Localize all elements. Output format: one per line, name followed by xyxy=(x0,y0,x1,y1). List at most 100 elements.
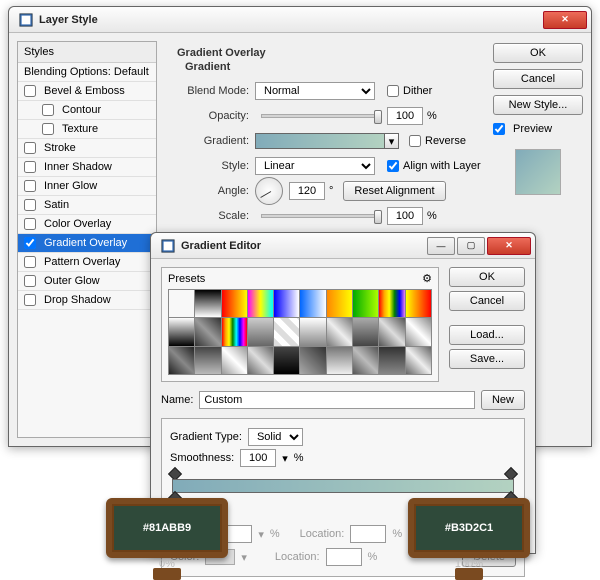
preset-swatch[interactable] xyxy=(222,290,247,317)
style-item-outer-glow[interactable]: Outer Glow xyxy=(18,272,156,291)
preset-swatch[interactable] xyxy=(195,318,220,345)
style-item-drop-shadow[interactable]: Drop Shadow xyxy=(18,291,156,310)
style-item-inner-glow[interactable]: Inner Glow xyxy=(18,177,156,196)
style-item-color-overlay[interactable]: Color Overlay xyxy=(18,215,156,234)
cancel-button[interactable]: Cancel xyxy=(493,69,583,89)
dither-checkbox[interactable] xyxy=(387,85,399,97)
reverse-checkbox[interactable] xyxy=(409,135,421,147)
style-checkbox[interactable] xyxy=(24,237,36,249)
preset-swatch[interactable] xyxy=(327,347,352,374)
style-checkbox[interactable] xyxy=(24,275,36,287)
style-item-gradient-overlay[interactable]: Gradient Overlay xyxy=(18,234,156,253)
scale-label: Scale: xyxy=(175,210,255,222)
preset-swatch[interactable] xyxy=(274,318,299,345)
scale-input[interactable] xyxy=(387,207,423,225)
preset-swatch[interactable] xyxy=(169,318,194,345)
maximize-button[interactable]: ▢ xyxy=(457,237,485,255)
preset-swatch[interactable] xyxy=(353,318,378,345)
preset-swatch[interactable] xyxy=(248,290,273,317)
preset-swatch[interactable] xyxy=(195,347,220,374)
preset-swatch[interactable] xyxy=(379,318,404,345)
opacity-input[interactable] xyxy=(387,107,423,125)
style-checkbox[interactable] xyxy=(42,104,54,116)
close-button[interactable]: ✕ xyxy=(487,237,531,255)
style-item-inner-shadow[interactable]: Inner Shadow xyxy=(18,158,156,177)
opacity-slider[interactable] xyxy=(261,114,381,118)
preset-swatch[interactable] xyxy=(379,347,404,374)
style-checkbox[interactable] xyxy=(42,123,54,135)
style-label: Satin xyxy=(44,199,69,211)
titlebar[interactable]: Gradient Editor — ▢ ✕ xyxy=(151,233,535,259)
style-checkbox[interactable] xyxy=(24,180,36,192)
style-checkbox[interactable] xyxy=(24,294,36,306)
preset-swatch[interactable] xyxy=(169,290,194,317)
window-title: Layer Style xyxy=(39,14,541,26)
gradient-preview[interactable] xyxy=(255,133,385,149)
smoothness-input[interactable] xyxy=(240,449,276,467)
preset-swatch[interactable] xyxy=(406,347,431,374)
gradient-bar-editor[interactable] xyxy=(172,471,514,501)
preset-swatch[interactable] xyxy=(353,347,378,374)
angle-input[interactable] xyxy=(289,182,325,200)
section-title: Gradient Overlay xyxy=(177,47,483,59)
style-checkbox[interactable] xyxy=(24,85,36,97)
blend-mode-select[interactable]: Normal xyxy=(255,82,375,100)
preset-swatch[interactable] xyxy=(169,347,194,374)
preset-swatch[interactable] xyxy=(327,318,352,345)
style-item-contour[interactable]: Contour xyxy=(18,101,156,120)
style-checkbox[interactable] xyxy=(24,199,36,211)
gear-icon[interactable]: ⚙ xyxy=(422,272,432,285)
preset-swatch[interactable] xyxy=(274,347,299,374)
gradient-type-select[interactable]: Solid xyxy=(248,428,303,446)
style-checkbox[interactable] xyxy=(24,142,36,154)
scale-slider[interactable] xyxy=(261,214,381,218)
preset-swatch[interactable] xyxy=(300,290,325,317)
preset-grid xyxy=(168,289,432,375)
chevron-down-icon[interactable]: ▾ xyxy=(282,452,288,465)
blending-options-row[interactable]: Blending Options: Default xyxy=(18,63,156,82)
preset-swatch[interactable] xyxy=(274,290,299,317)
angle-dial[interactable] xyxy=(255,177,283,205)
preset-swatch[interactable] xyxy=(222,318,247,345)
style-label: Drop Shadow xyxy=(44,294,111,306)
preview-checkbox[interactable] xyxy=(493,123,505,135)
new-button[interactable]: New xyxy=(481,390,525,410)
titlebar[interactable]: Layer Style ✕ xyxy=(9,7,591,33)
preset-swatch[interactable] xyxy=(222,347,247,374)
preset-swatch[interactable] xyxy=(406,290,431,317)
close-button[interactable]: ✕ xyxy=(543,11,587,29)
style-item-pattern-overlay[interactable]: Pattern Overlay xyxy=(18,253,156,272)
style-label: Inner Glow xyxy=(44,180,97,192)
style-checkbox[interactable] xyxy=(24,256,36,268)
ok-button[interactable]: OK xyxy=(449,267,525,287)
preset-swatch[interactable] xyxy=(300,347,325,374)
gradient-dropdown-icon[interactable]: ▾ xyxy=(385,133,399,149)
preset-swatch[interactable] xyxy=(353,290,378,317)
ok-button[interactable]: OK xyxy=(493,43,583,63)
align-checkbox[interactable] xyxy=(387,160,399,172)
preset-swatch[interactable] xyxy=(248,318,273,345)
reset-alignment-button[interactable]: Reset Alignment xyxy=(343,181,445,201)
style-item-texture[interactable]: Texture xyxy=(18,120,156,139)
style-checkbox[interactable] xyxy=(24,161,36,173)
preset-swatch[interactable] xyxy=(248,347,273,374)
style-checkbox[interactable] xyxy=(24,218,36,230)
name-input[interactable] xyxy=(199,391,475,409)
style-item-stroke[interactable]: Stroke xyxy=(18,139,156,158)
styles-header[interactable]: Styles xyxy=(18,42,156,63)
cancel-button[interactable]: Cancel xyxy=(449,291,525,311)
style-item-satin[interactable]: Satin xyxy=(18,196,156,215)
preset-swatch[interactable] xyxy=(379,290,404,317)
style-select[interactable]: Linear xyxy=(255,157,375,175)
style-item-bevel-emboss[interactable]: Bevel & Emboss xyxy=(18,82,156,101)
preset-swatch[interactable] xyxy=(300,318,325,345)
minimize-button[interactable]: — xyxy=(427,237,455,255)
new-style-button[interactable]: New Style... xyxy=(493,95,583,115)
preset-swatch[interactable] xyxy=(406,318,431,345)
preset-swatch[interactable] xyxy=(195,290,220,317)
save-button[interactable]: Save... xyxy=(449,349,525,369)
preset-swatch[interactable] xyxy=(327,290,352,317)
color-tag-right: #B3D2C1 100% xyxy=(408,498,530,558)
load-button[interactable]: Load... xyxy=(449,325,525,345)
gradient-bar[interactable] xyxy=(172,479,514,493)
